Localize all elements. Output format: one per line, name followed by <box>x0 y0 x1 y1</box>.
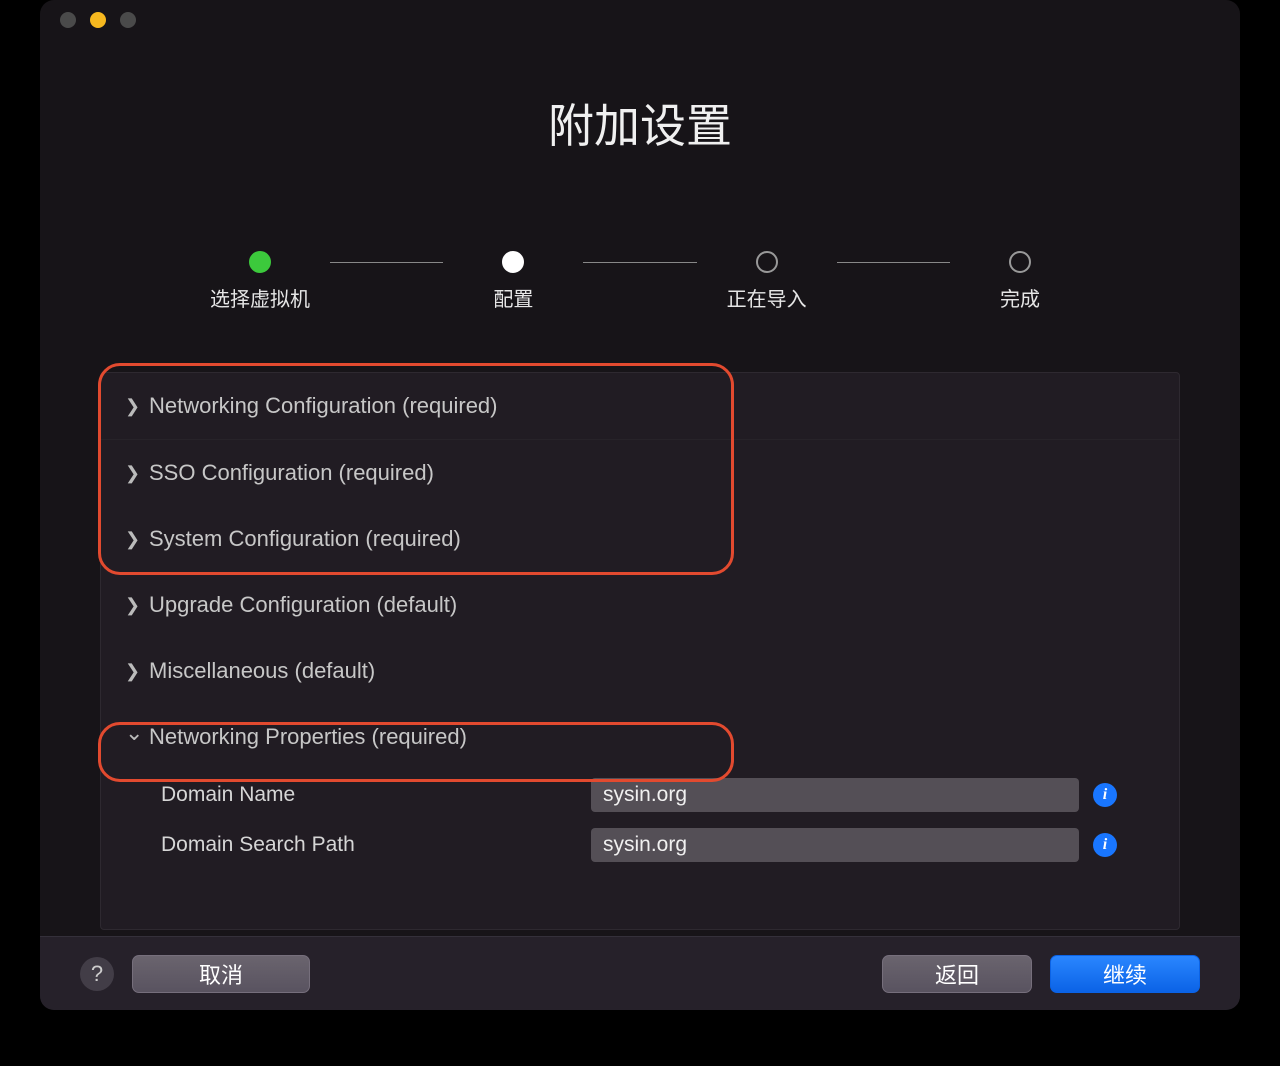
sections-panel: Networking Configuration (required) SSO … <box>100 372 1180 930</box>
window-close-button[interactable] <box>60 12 76 28</box>
section-networking-props[interactable]: Networking Properties (required) <box>101 704 1179 770</box>
step-configure: 配置 <box>443 251 583 312</box>
section-networking-config[interactable]: Networking Configuration (required) <box>101 373 1179 440</box>
step-label: 完成 <box>1000 283 1040 312</box>
section-upgrade-config[interactable]: Upgrade Configuration (default) <box>101 572 1179 638</box>
section-system-config[interactable]: System Configuration (required) <box>101 506 1179 572</box>
domain-name-label: Domain Name <box>161 783 591 807</box>
step-label: 配置 <box>493 283 533 312</box>
form-row-domain-name: Domain Name i <box>101 770 1179 820</box>
domain-search-input[interactable] <box>591 828 1079 862</box>
footer: ? 取消 返回 继续 <box>40 936 1240 1010</box>
step-done: 完成 <box>950 251 1090 312</box>
step-label: 正在导入 <box>727 283 807 312</box>
step-line <box>583 262 696 263</box>
info-icon[interactable]: i <box>1093 783 1117 807</box>
help-button[interactable]: ? <box>80 957 114 991</box>
chevron-down-icon <box>125 724 139 750</box>
step-importing: 正在导入 <box>697 251 837 312</box>
chevron-right-icon <box>125 661 139 682</box>
stepper: 选择虚拟机 配置 正在导入 完成 <box>190 251 1090 312</box>
dialog-window: 附加设置 选择虚拟机 配置 正在导入 完成 Networking Configu… <box>40 0 1240 1010</box>
chevron-right-icon <box>125 529 139 550</box>
section-sso-config[interactable]: SSO Configuration (required) <box>101 440 1179 506</box>
page-title: 附加设置 <box>40 90 1240 156</box>
section-label: Miscellaneous (default) <box>149 658 375 684</box>
step-line <box>837 262 950 263</box>
cancel-button[interactable]: 取消 <box>132 955 310 993</box>
step-circle-active-icon <box>502 251 524 273</box>
domain-search-label: Domain Search Path <box>161 833 591 857</box>
section-label: System Configuration (required) <box>149 526 461 552</box>
form-row-domain-search: Domain Search Path i <box>101 820 1179 870</box>
step-select-vm: 选择虚拟机 <box>190 251 330 312</box>
chevron-right-icon <box>125 595 139 616</box>
step-circle-pending-icon <box>1009 251 1031 273</box>
chevron-right-icon <box>125 396 139 417</box>
step-circle-done-icon <box>249 251 271 273</box>
section-label: Networking Properties (required) <box>149 724 467 750</box>
section-miscellaneous[interactable]: Miscellaneous (default) <box>101 638 1179 704</box>
domain-name-input[interactable] <box>591 778 1079 812</box>
section-label: Upgrade Configuration (default) <box>149 592 457 618</box>
window-minimize-button[interactable] <box>90 12 106 28</box>
chevron-right-icon <box>125 463 139 484</box>
section-label: Networking Configuration (required) <box>149 393 498 419</box>
window-zoom-button[interactable] <box>120 12 136 28</box>
info-icon[interactable]: i <box>1093 833 1117 857</box>
back-button[interactable]: 返回 <box>882 955 1032 993</box>
step-label: 选择虚拟机 <box>210 283 310 312</box>
section-label: SSO Configuration (required) <box>149 460 434 486</box>
step-line <box>330 262 443 263</box>
titlebar <box>40 0 1240 40</box>
continue-button[interactable]: 继续 <box>1050 955 1200 993</box>
step-circle-pending-icon <box>756 251 778 273</box>
